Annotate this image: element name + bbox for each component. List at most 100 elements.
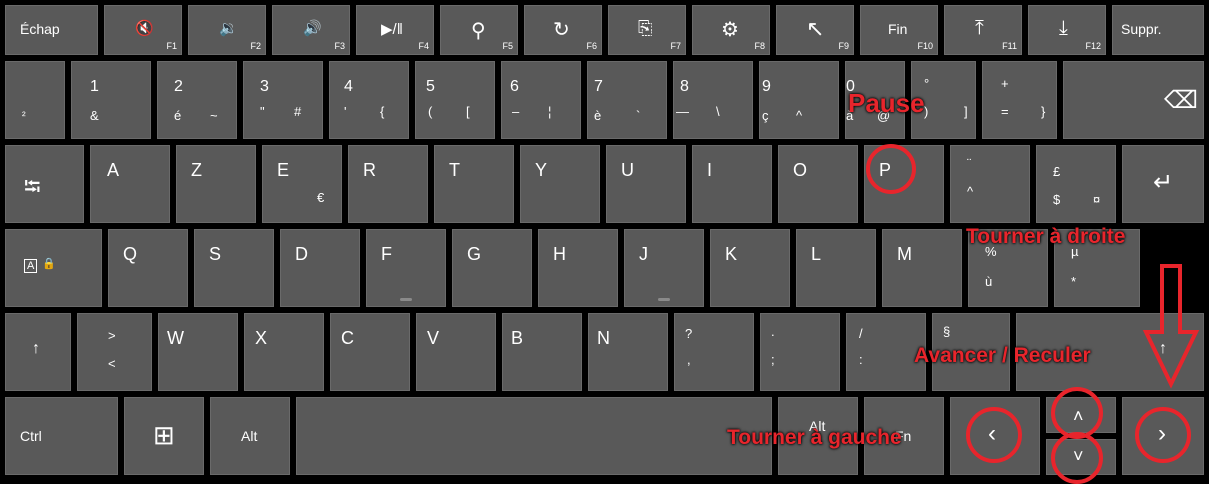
key-n[interactable]: N [588,313,668,391]
key-delete[interactable]: Suppr. [1112,5,1204,55]
highlight-circle-down [1051,432,1103,484]
key-space[interactable] [296,397,772,475]
key-3[interactable]: 3 " # [243,61,323,139]
key-l[interactable]: L [796,229,876,307]
key-f8[interactable]: ⚙ F8 [692,5,770,55]
key-f12[interactable]: ⤓ F12 [1028,5,1106,55]
key-upper: ? [685,326,693,341]
key-caps-lock[interactable]: A 🔒 [5,229,102,307]
key-7[interactable]: 7 è ` [587,61,667,139]
key-f[interactable]: F [366,229,446,307]
key-shift-left[interactable]: ↑ [5,313,71,391]
key-i[interactable]: I [692,145,772,223]
key-tab[interactable]: ⭾ [5,145,84,223]
key-f7[interactable]: ⎘ F7 [608,5,686,55]
lock-icon: 🔒 [42,258,56,270]
key-f10[interactable]: Fin F10 [860,5,938,55]
key-h[interactable]: H [538,229,618,307]
key-c[interactable]: C [330,313,410,391]
key-j[interactable]: J [624,229,704,307]
key-altgr: ¤ [1093,192,1101,207]
fn-label: F4 [418,41,429,51]
key-label: Suppr. [1121,21,1162,37]
key-ctrl[interactable]: Ctrl [5,397,118,475]
tab-arrows-icon: ⭾ [24,174,41,199]
key-f1[interactable]: 🔇 F1 [104,5,182,55]
key-y[interactable]: Y [520,145,600,223]
key-w[interactable]: W [158,313,238,391]
key-f2[interactable]: 🔉 F2 [188,5,266,55]
annotation-turn-right: Tourner à droite [966,225,1126,248]
backspace-icon: ⌫ [1164,87,1198,114]
key-f3[interactable]: 🔊 F3 [272,5,350,55]
key-letter: C [341,328,354,348]
key-backspace[interactable]: ⌫ [1063,61,1204,139]
key-alt[interactable]: Alt [210,397,290,475]
key-g[interactable]: G [452,229,532,307]
key-lower: ù [985,274,993,289]
share-icon: ↻ [553,19,570,41]
key-pound[interactable]: £ $ ¤ [1036,145,1116,223]
key-k[interactable]: K [710,229,790,307]
key-period[interactable]: . ; [760,313,840,391]
key-upper: 1 [90,78,99,95]
key-8[interactable]: 8 — \ [673,61,753,139]
key-enter[interactable]: ↵ [1122,145,1204,223]
key-q[interactable]: Q [108,229,188,307]
key-b[interactable]: B [502,313,582,391]
volume-down-icon: 🔉 [219,20,238,37]
key-lower: ² [22,110,26,122]
fn-label: F8 [754,41,765,51]
key-lower: – [512,104,520,119]
down-arrow-icon [1142,264,1200,389]
key-2[interactable]: 2 é ~ [157,61,237,139]
key-5[interactable]: 5 ( [ [415,61,495,139]
key-z[interactable]: Z [176,145,256,223]
key-letter: G [467,244,482,264]
key-upper: > [108,328,116,343]
key-s[interactable]: S [194,229,274,307]
key-letter: T [449,160,460,180]
key-upper: 6 [510,78,519,95]
key-upper: 5 [426,78,435,95]
key-letter: M [897,244,912,264]
key-e[interactable]: E € [262,145,342,223]
key-letter: X [255,328,268,348]
key-less-than[interactable]: > < [77,313,152,391]
key-superscript-2[interactable]: ² [5,61,65,139]
fn-label: F6 [586,41,597,51]
key-x[interactable]: X [244,313,324,391]
enter-arrow-icon: ↵ [1153,169,1174,196]
key-a[interactable]: A [90,145,170,223]
key-r[interactable]: R [348,145,428,223]
key-plus-equals[interactable]: + = } [982,61,1057,139]
key-o[interactable]: O [778,145,858,223]
page-down-icon: ⤓ [1059,17,1068,39]
key-v[interactable]: V [416,313,496,391]
key-u[interactable]: U [606,145,686,223]
key-1[interactable]: 1 & [71,61,151,139]
key-altgr: ` [636,108,641,123]
key-f6[interactable]: ↻ F6 [524,5,602,55]
key-letter: A [107,160,120,180]
key-trema[interactable]: ¨ ^ [950,145,1030,223]
key-upper: 4 [344,78,353,95]
page-up-icon: ⤒ [975,17,984,39]
key-f9[interactable]: ↖ F9 [776,5,854,55]
key-m[interactable]: M [882,229,962,307]
key-4[interactable]: 4 ' { [329,61,409,139]
windows-logo-icon: ⊞ [153,420,175,450]
key-6[interactable]: 6 – ¦ [501,61,581,139]
annotation-turn-left: Tourner à gauche [727,426,902,449]
key-d[interactable]: D [280,229,360,307]
key-t[interactable]: T [434,145,514,223]
key-f11[interactable]: ⤒ F11 [944,5,1022,55]
key-windows[interactable]: ⊞ [124,397,204,475]
key-f4[interactable]: ▶/‖ F4 [356,5,434,55]
key-letter: Y [535,160,548,180]
key-question[interactable]: ? , [674,313,754,391]
key-letter: N [597,328,610,348]
key-escape[interactable]: Échap [5,5,98,55]
key-f5[interactable]: ⚲ F5 [440,5,518,55]
key-9[interactable]: 9 ç ^ [759,61,839,139]
